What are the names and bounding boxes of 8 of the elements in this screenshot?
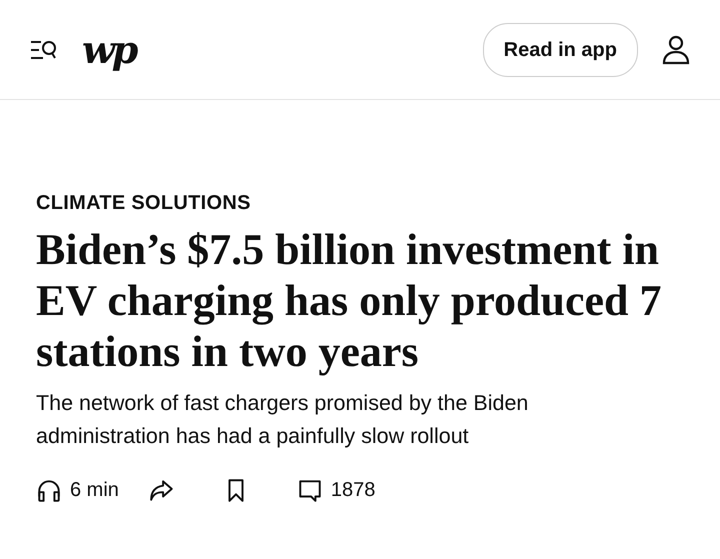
- comment-count: 1878: [330, 478, 376, 503]
- read-in-app-button[interactable]: Read in app: [482, 22, 638, 76]
- account-icon[interactable]: [662, 34, 690, 64]
- headline: Biden’s $7.5 billion investment in EV charging has only produced 7 stations in two years: [36, 224, 663, 377]
- read-time: 6 min: [70, 478, 119, 503]
- section-label[interactable]: CLIMATE SOLUTIONS: [36, 188, 684, 218]
- logo[interactable]: wp: [82, 30, 136, 68]
- subtitle: The network of fast chargers promised by the Biden administration has had a painfully slow rollout: [36, 390, 530, 450]
